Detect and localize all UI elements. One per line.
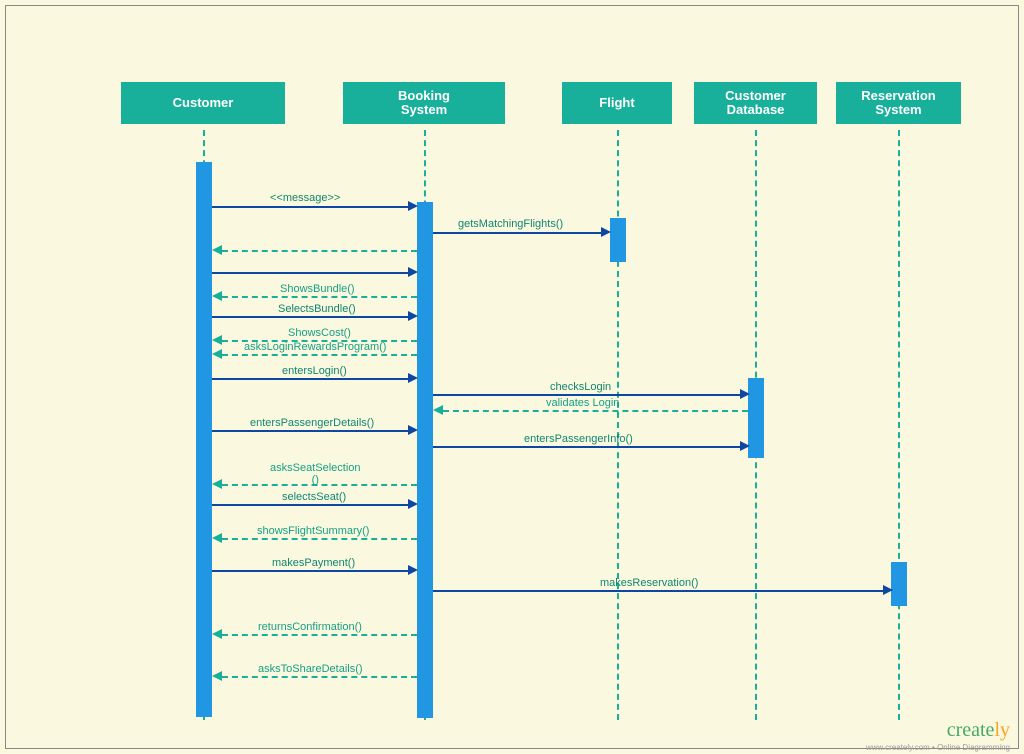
lifeline-reservation xyxy=(898,130,900,720)
msg-validatesLogin: validates Login xyxy=(546,397,619,409)
participant-label: Flight xyxy=(599,96,634,110)
arrow-selectsSeat xyxy=(212,504,408,506)
activation-customer-db xyxy=(748,378,764,458)
arrowhead xyxy=(408,499,418,509)
msg-showsFlightSummary: showsFlightSummary() xyxy=(257,525,369,537)
arrow-message xyxy=(212,206,408,208)
msg-selectsBundle: SelectsBundle() xyxy=(278,303,356,315)
msg-entersPassengerInfo: entersPassengerInfo() xyxy=(524,433,633,445)
creately-logo: creately xyxy=(947,719,1010,742)
arrow-checksLogin xyxy=(433,394,740,396)
logo-text: create xyxy=(947,719,995,741)
arrowhead xyxy=(883,585,893,595)
participant-label: Reservation System xyxy=(861,89,935,118)
arrowhead xyxy=(408,373,418,383)
arrowhead xyxy=(408,425,418,435)
msg-getsMatchingFlights: getsMatchingFlights() xyxy=(458,218,563,230)
participant-label: Booking System xyxy=(398,89,450,118)
msg-asksSeatSelection: asksSeatSelection () xyxy=(270,462,361,486)
activation-customer xyxy=(196,162,212,717)
arrowhead xyxy=(601,227,611,237)
arrow-showsBundle xyxy=(222,296,417,298)
activation-reservation xyxy=(891,562,907,606)
arrow-req-2 xyxy=(212,272,408,274)
logo-tagline: www.creately.com • Online Diagramming xyxy=(866,743,1010,752)
arrowhead xyxy=(408,311,418,321)
arrowhead xyxy=(433,405,443,415)
arrow-getsMatchingFlights xyxy=(433,232,601,234)
arrowhead xyxy=(408,267,418,277)
participant-reservation: Reservation System xyxy=(836,82,961,124)
arrowhead xyxy=(408,201,418,211)
msg-showsBundle: ShowsBundle() xyxy=(280,283,355,295)
logo-suffix: ly xyxy=(994,719,1010,741)
arrow-makesPayment xyxy=(212,570,408,572)
msg-selectsSeat: selectsSeat() xyxy=(282,491,346,503)
activation-booking xyxy=(417,202,433,718)
arrow-asksLoginRewards xyxy=(222,354,417,356)
msg-entersLogin: entersLogin() xyxy=(282,365,347,377)
arrow-entersPassengerDetails xyxy=(212,430,408,432)
arrow-asksToShareDetails xyxy=(222,676,417,678)
participant-label: Customer xyxy=(173,96,234,110)
arrowhead xyxy=(408,565,418,575)
arrowhead xyxy=(212,291,222,301)
arrow-makesReservation xyxy=(433,590,883,592)
arrowhead xyxy=(212,629,222,639)
participant-customer-db: Customer Database xyxy=(694,82,817,124)
arrow-return-1 xyxy=(222,250,417,252)
arrow-returnsConfirmation xyxy=(222,634,417,636)
msg-makesReservation: makesReservation() xyxy=(600,577,698,589)
arrowhead xyxy=(212,335,222,345)
participant-flight: Flight xyxy=(562,82,672,124)
msg-asksToShareDetails: asksToShareDetails() xyxy=(258,663,363,675)
arrowhead xyxy=(212,479,222,489)
msg-returnsConfirmation: returnsConfirmation() xyxy=(258,621,362,633)
msg-checksLogin: checksLogin xyxy=(550,381,611,393)
participant-label: Customer Database xyxy=(725,89,786,118)
arrowhead xyxy=(212,245,222,255)
arrowhead xyxy=(212,349,222,359)
msg-message: <<message>> xyxy=(270,192,340,204)
activation-flight xyxy=(610,218,626,262)
msg-asksLoginRewards: asksLoginRewardsProgram() xyxy=(244,341,386,353)
participant-customer: Customer xyxy=(121,82,285,124)
arrow-showsFlightSummary xyxy=(222,538,417,540)
arrowhead xyxy=(740,441,750,451)
participant-booking: Booking System xyxy=(343,82,505,124)
arrow-selectsBundle xyxy=(212,316,408,318)
arrowhead xyxy=(740,389,750,399)
arrow-validatesLogin xyxy=(443,410,748,412)
arrow-entersLogin xyxy=(212,378,408,380)
arrowhead xyxy=(212,533,222,543)
msg-makesPayment: makesPayment() xyxy=(272,557,355,569)
arrowhead xyxy=(212,671,222,681)
msg-entersPassengerDetails: entersPassengerDetails() xyxy=(250,417,374,429)
msg-showsCost: ShowsCost() xyxy=(288,327,351,339)
arrow-entersPassengerInfo xyxy=(433,446,740,448)
